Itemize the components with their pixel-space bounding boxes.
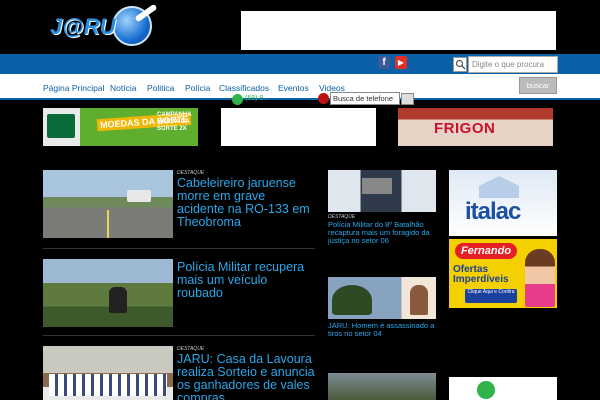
side-news-thumbnail[interactable]: [328, 373, 436, 400]
search-button[interactable]: buscar: [519, 77, 557, 94]
whatsapp-number: (69) 9...: [245, 95, 270, 102]
phone-search-button[interactable]: [401, 93, 414, 105]
site-header: J@RU: [0, 0, 600, 54]
frigon-logo: FRIGON: [434, 120, 496, 137]
fernando-ad[interactable]: Fernando Ofertas Imperdíveis Clique Aqui…: [449, 239, 557, 308]
side-news-title[interactable]: JARU: Homem é assassinado a tiros no set…: [328, 322, 436, 338]
nav-item-home[interactable]: Página Principal: [43, 83, 104, 93]
news-title[interactable]: Polícia Militar recupera mais um veículo…: [177, 261, 315, 300]
phone-search-placeholder: Busca de telefone: [333, 94, 394, 103]
top-banner-ad[interactable]: [241, 11, 556, 50]
search-placeholder: Digite o que procura: [472, 60, 545, 69]
news-thumbnail[interactable]: [43, 346, 173, 400]
news-thumbnail[interactable]: [43, 259, 173, 327]
italac-logo: italac: [465, 198, 521, 225]
site-logo[interactable]: J@RU: [48, 3, 158, 52]
side-news-thumbnail[interactable]: [328, 170, 436, 212]
divider: [43, 335, 315, 336]
news-item[interactable]: DESTAQUE JARU: Casa da Lavoura realiza S…: [43, 346, 315, 400]
news-title[interactable]: JARU: Casa da Lavoura realiza Sorteio e …: [177, 353, 315, 400]
blank-ad[interactable]: [221, 108, 376, 146]
logo-text: J@RU: [50, 14, 116, 39]
tree-shape: [332, 285, 372, 315]
model-photo: [525, 249, 555, 307]
page: J@RU f ▶ Digite o que procura Página Pri…: [0, 0, 600, 400]
news-item[interactable]: Polícia Militar recupera mais um veículo…: [43, 259, 315, 329]
news-thumbnail[interactable]: [43, 170, 173, 238]
whatsapp-icon: [232, 94, 243, 105]
nav-item-classificados[interactable]: Classificados: [219, 83, 269, 93]
phone-search-input[interactable]: Busca de telefone: [330, 92, 400, 105]
nav-item-politica[interactable]: Politica: [147, 83, 174, 93]
blur-box: [362, 178, 392, 194]
side-news-thumbnail[interactable]: [328, 277, 436, 319]
frigon-ad[interactable]: FRIGON: [398, 108, 553, 146]
side-news-title[interactable]: Polícia Militar do 8º Batalhão recaptura…: [328, 221, 436, 245]
road-line: [107, 210, 109, 238]
logo-icon: [477, 381, 495, 399]
crowd-shape: [49, 374, 167, 396]
moedas-side-text: CAMPANHA MOEDA DA SORTE 2X: [157, 112, 192, 132]
divider: [43, 248, 315, 249]
nav-item-noticia[interactable]: Notícia: [110, 83, 136, 93]
side-news-item[interactable]: [328, 373, 436, 400]
portrait-shape: [410, 285, 428, 315]
house-icon: [479, 176, 519, 198]
search-input[interactable]: Digite o que procura: [468, 56, 558, 73]
car-shape: [127, 190, 151, 202]
nav-item-eventos[interactable]: Eventos: [278, 83, 309, 93]
main-nav: Página Principal Notícia Politica Políci…: [0, 74, 600, 100]
italac-ad[interactable]: italac: [449, 170, 557, 236]
nav-item-policia[interactable]: Polícia: [185, 83, 211, 93]
phone-icon: [318, 93, 329, 104]
fernando-cta-button[interactable]: Clique Aqui e Confira: [465, 289, 517, 303]
sponsor-logo: [47, 114, 75, 138]
fernando-logo: Fernando: [455, 243, 517, 259]
side-news-item[interactable]: DESTAQUE Polícia Militar do 8º Batalhão …: [328, 170, 436, 260]
person-shape: [109, 287, 127, 313]
moedas-sorte-ad[interactable]: MOEDAS DA SORTE CAMPANHA MOEDA DA SORTE …: [43, 108, 198, 146]
fernando-offer: Ofertas Imperdíveis: [453, 264, 509, 285]
youtube-icon[interactable]: ▶: [395, 56, 407, 69]
news-title[interactable]: Cabeleireiro jaruense morre em grave aci…: [177, 177, 315, 229]
bottom-ad[interactable]: [449, 377, 557, 400]
side-news-item[interactable]: JARU: Homem é assassinado a tiros no set…: [328, 277, 436, 357]
facebook-icon[interactable]: f: [378, 56, 390, 69]
news-item[interactable]: DESTAQUE Cabeleireiro jaruense morre em …: [43, 170, 315, 242]
search-icon[interactable]: [453, 57, 467, 72]
